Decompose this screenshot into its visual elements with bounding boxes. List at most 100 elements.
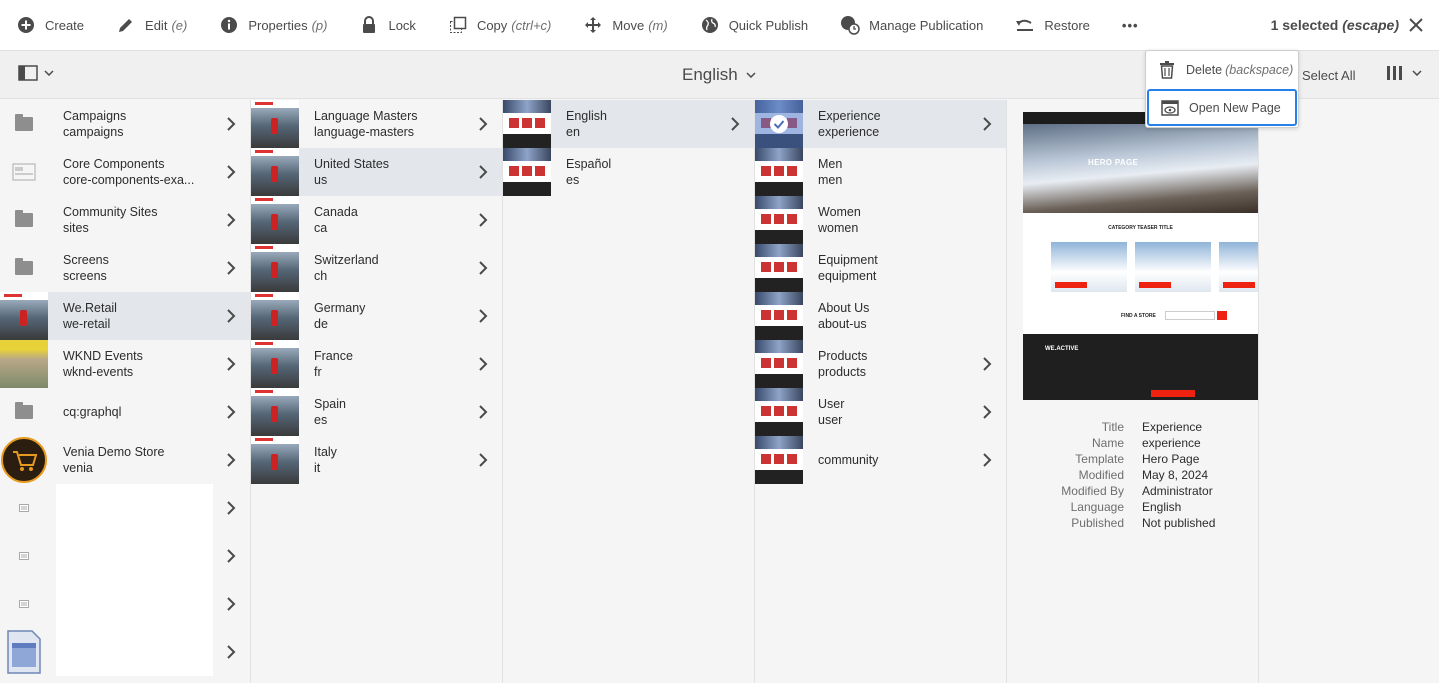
page-icon bbox=[0, 628, 48, 676]
property-key: Modified By bbox=[1061, 484, 1124, 498]
event-photo-thumbnail bbox=[0, 340, 48, 388]
manage-publication-label: Manage Publication bbox=[869, 17, 984, 33]
country-row[interactable]: Language Masters language-masters bbox=[251, 100, 502, 148]
lock-button[interactable]: Lock bbox=[343, 0, 431, 51]
chevron-right-icon bbox=[479, 213, 488, 227]
page-row[interactable]: Equipment equipment bbox=[755, 244, 1006, 292]
language-row[interactable]: English en bbox=[503, 100, 754, 148]
site-row[interactable]: cq:graphql bbox=[0, 388, 250, 436]
country-row[interactable]: Canada ca bbox=[251, 196, 502, 244]
site-row[interactable]: We.Retail we-retail bbox=[0, 292, 250, 340]
site-row[interactable]: Screens screens bbox=[0, 244, 250, 292]
page-thumbnail bbox=[251, 196, 299, 244]
properties-button[interactable]: Properties (p) bbox=[203, 0, 343, 51]
preview-tile bbox=[1135, 242, 1211, 292]
property-row: Language English bbox=[1007, 500, 1259, 516]
language-row[interactable]: Español es bbox=[503, 148, 754, 196]
open-new-page-label: Open New Page bbox=[1189, 100, 1281, 115]
lock-icon bbox=[359, 15, 379, 35]
country-row[interactable]: France fr bbox=[251, 340, 502, 388]
move-shortcut: (m) bbox=[648, 17, 668, 33]
preview-tile bbox=[1051, 242, 1127, 292]
site-row[interactable] bbox=[0, 580, 250, 628]
property-key: Language bbox=[1070, 500, 1124, 514]
page-title-label: English bbox=[682, 65, 738, 84]
country-row[interactable]: Switzerland ch bbox=[251, 244, 502, 292]
preview-find-input bbox=[1165, 311, 1215, 320]
preview-hero-image: HERO PAGE bbox=[1023, 124, 1258, 213]
restore-button[interactable]: Restore bbox=[999, 0, 1106, 51]
globe-clock-icon bbox=[840, 15, 860, 35]
chevron-right-icon bbox=[983, 453, 992, 467]
move-label: Move bbox=[612, 17, 645, 33]
chevron-right-icon bbox=[227, 309, 236, 323]
page-thumbnail bbox=[503, 148, 551, 196]
country-row[interactable]: Italy it bbox=[251, 436, 502, 484]
copy-button[interactable]: Copy (ctrl+c) bbox=[432, 0, 567, 51]
country-title: Germany bbox=[314, 301, 366, 315]
site-row[interactable]: Campaigns campaigns bbox=[0, 100, 250, 148]
page-thumbnail bbox=[503, 100, 551, 148]
chevron-right-icon bbox=[227, 453, 236, 467]
site-row[interactable]: Community Sites sites bbox=[0, 196, 250, 244]
page-title[interactable]: English bbox=[682, 65, 756, 85]
page-row[interactable]: Women women bbox=[755, 196, 1006, 244]
site-row[interactable] bbox=[0, 484, 250, 532]
page-row[interactable]: Experience experience bbox=[755, 100, 1006, 148]
edit-label: Edit bbox=[145, 17, 168, 33]
site-row[interactable] bbox=[0, 532, 250, 580]
language-name: en bbox=[566, 125, 580, 139]
page-name: women bbox=[818, 221, 859, 235]
page-row[interactable]: About Us about-us bbox=[755, 292, 1006, 340]
globe-icon bbox=[700, 15, 720, 35]
page-title: Women bbox=[818, 205, 861, 219]
country-row[interactable]: Germany de bbox=[251, 292, 502, 340]
edit-button[interactable]: Edit (e) bbox=[100, 0, 203, 51]
page-row[interactable]: community bbox=[755, 436, 1006, 484]
site-row[interactable]: Venia Demo Store venia bbox=[0, 436, 250, 484]
country-name: us bbox=[314, 173, 328, 187]
move-button[interactable]: Move (m) bbox=[567, 0, 683, 51]
chevron-right-icon bbox=[479, 357, 488, 371]
quick-publish-button[interactable]: Quick Publish bbox=[684, 0, 824, 51]
rail-icon bbox=[18, 65, 38, 81]
chevron-right-icon bbox=[479, 165, 488, 179]
site-title: Screens bbox=[63, 253, 109, 267]
language-title: English bbox=[566, 109, 607, 123]
site-row[interactable]: Core Components core-components-exa... bbox=[0, 148, 250, 196]
page-name: men bbox=[818, 173, 843, 187]
site-title: Campaigns bbox=[63, 109, 127, 123]
property-value: experience bbox=[1142, 436, 1201, 450]
empty-column-area bbox=[1259, 100, 1439, 683]
delete-menu-item[interactable]: Delete (backspace) bbox=[1146, 51, 1298, 89]
property-key: Published bbox=[1071, 516, 1124, 530]
preview-panel: HERO PAGE CATEGORY TEASER TITLE FIND A S… bbox=[1007, 100, 1259, 683]
view-switcher-button[interactable] bbox=[1386, 65, 1422, 81]
selected-check-icon[interactable] bbox=[755, 100, 803, 148]
close-selection-button[interactable] bbox=[1405, 14, 1427, 36]
site-row[interactable] bbox=[0, 628, 250, 676]
page-row[interactable]: User user bbox=[755, 388, 1006, 436]
country-row[interactable]: Spain es bbox=[251, 388, 502, 436]
page-thumbnail bbox=[251, 100, 299, 148]
page-thumbnail bbox=[251, 292, 299, 340]
preview-category-title: CATEGORY TEASER TITLE bbox=[1108, 225, 1173, 231]
page-thumbnail bbox=[0, 292, 48, 340]
rail-toggle-button[interactable] bbox=[18, 65, 54, 81]
country-title: Switzerland bbox=[314, 253, 379, 267]
page-row[interactable]: Products products bbox=[755, 340, 1006, 388]
open-new-page-menu-item[interactable]: Open New Page bbox=[1147, 89, 1297, 126]
select-all-button[interactable]: Select All bbox=[1302, 68, 1355, 83]
manage-publication-button[interactable]: Manage Publication bbox=[824, 0, 999, 51]
property-key: Template bbox=[1075, 452, 1124, 466]
country-row[interactable]: United States us bbox=[251, 148, 502, 196]
more-actions-button[interactable]: ••• bbox=[1106, 0, 1155, 51]
create-button[interactable]: Create bbox=[0, 0, 100, 51]
page-row[interactable]: Men men bbox=[755, 148, 1006, 196]
restore-label: Restore bbox=[1044, 17, 1090, 33]
site-title: Community Sites bbox=[63, 205, 158, 219]
site-row[interactable]: WKND Events wknd-events bbox=[0, 340, 250, 388]
site-name: sites bbox=[63, 221, 89, 235]
page-title: community bbox=[818, 453, 879, 467]
folder-icon bbox=[0, 244, 48, 292]
